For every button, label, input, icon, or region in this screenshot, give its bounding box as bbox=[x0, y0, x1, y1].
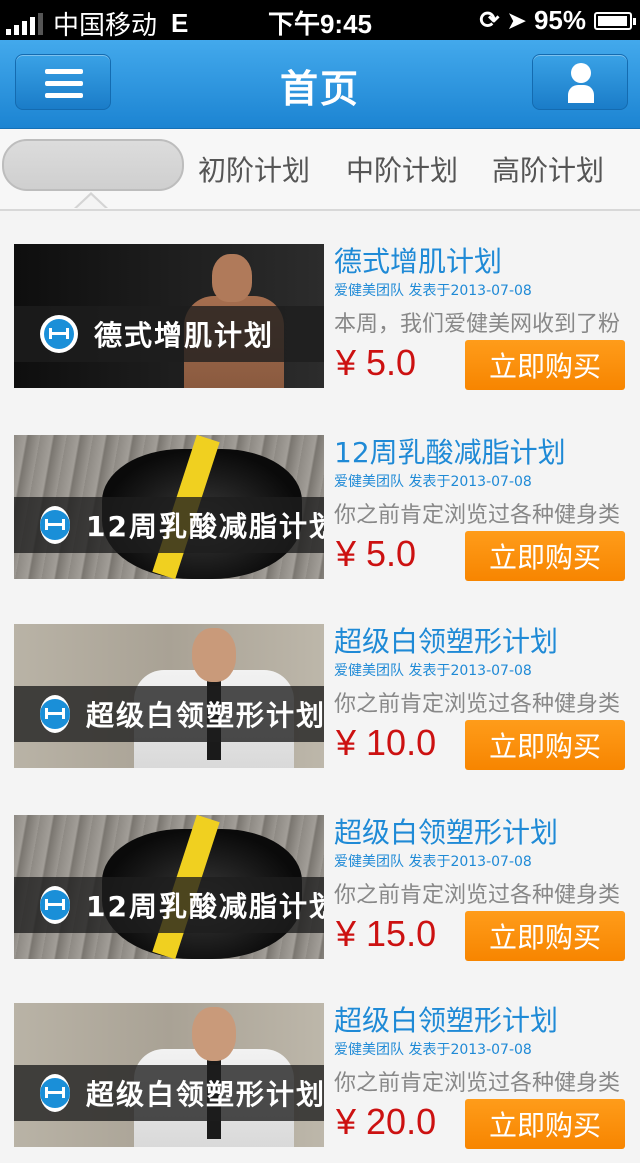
plan-meta: 爱健美团队 发表于2013-07-08 bbox=[334, 663, 532, 679]
dumbbell-logo-icon bbox=[40, 695, 70, 733]
plan-thumbnail[interactable]: 德式增肌计划 bbox=[14, 244, 324, 388]
plan-price: ¥ 15.0 bbox=[336, 913, 437, 954]
thumbnail-banner: 超级白领塑形计划 bbox=[14, 1065, 324, 1121]
plan-title[interactable]: 德式增肌计划 bbox=[334, 240, 502, 280]
dumbbell-logo-icon bbox=[40, 1074, 70, 1112]
buy-now-button[interactable]: 立即购买 bbox=[465, 911, 625, 961]
user-icon bbox=[568, 63, 594, 103]
buy-now-button[interactable]: 立即购买 bbox=[465, 720, 625, 770]
thumbnail-banner: 12周乳酸减脂计划 bbox=[14, 877, 324, 933]
plan-meta: 爱健美团队 发表于2013-07-08 bbox=[334, 854, 532, 870]
plan-description: 本周，我们爱健美网收到了粉 bbox=[334, 312, 621, 337]
thumbnail-banner: 德式增肌计划 bbox=[14, 306, 324, 362]
plan-title[interactable]: 超级白领塑形计划 bbox=[334, 999, 558, 1039]
plan-thumbnail[interactable]: 超级白领塑形计划 bbox=[14, 1003, 324, 1147]
status-bar: 中国移动 E 下午9:45 ⟳ ➤ 95% bbox=[0, 0, 640, 40]
plan-price: ¥ 10.0 bbox=[336, 722, 437, 763]
list-item[interactable]: 超级白领塑形计划 超级白领塑形计划 爱健美团队 发表于2013-07-08 你之… bbox=[0, 1003, 640, 1163]
location-arrow-icon: ➤ bbox=[507, 7, 526, 33]
plan-description: 你之前肯定浏览过各种健身类 bbox=[334, 1071, 621, 1096]
profile-button[interactable] bbox=[532, 54, 628, 110]
tab-beginner[interactable]: 初阶计划 bbox=[198, 149, 310, 189]
tab-all[interactable] bbox=[2, 139, 184, 191]
plan-description: 你之前肯定浏览过各种健身类 bbox=[334, 503, 621, 528]
dumbbell-logo-icon bbox=[40, 886, 70, 924]
plan-title[interactable]: 12周乳酸减脂计划 bbox=[334, 431, 566, 471]
plan-meta: 爱健美团队 发表于2013-07-08 bbox=[334, 474, 532, 490]
plan-thumbnail[interactable]: 12周乳酸减脂计划 bbox=[14, 815, 324, 959]
plan-meta: 爱健美团队 发表于2013-07-08 bbox=[334, 283, 532, 299]
buy-now-button[interactable]: 立即购买 bbox=[465, 1099, 625, 1149]
battery-percent: 95% bbox=[533, 5, 586, 35]
plan-thumbnail[interactable]: 超级白领塑形计划 bbox=[14, 624, 324, 768]
plan-description: 你之前肯定浏览过各种健身类 bbox=[334, 883, 621, 908]
list-item[interactable]: 12周乳酸减脂计划 超级白领塑形计划 爱健美团队 发表于2013-07-08 你… bbox=[0, 815, 640, 975]
thumbnail-banner: 超级白领塑形计划 bbox=[14, 686, 324, 742]
buy-now-button[interactable]: 立即购买 bbox=[465, 531, 625, 581]
plan-price: ¥ 20.0 bbox=[336, 1101, 437, 1142]
tab-intermediate[interactable]: 中阶计划 bbox=[346, 149, 458, 189]
rotation-lock-icon: ⟳ bbox=[479, 7, 500, 34]
tab-advanced[interactable]: 高阶计划 bbox=[492, 149, 604, 189]
plan-description: 你之前肯定浏览过各种健身类 bbox=[334, 692, 621, 717]
dumbbell-logo-icon bbox=[40, 315, 78, 353]
plan-thumbnail[interactable]: 12周乳酸减脂计划 bbox=[14, 435, 324, 579]
plan-meta: 爱健美团队 发表于2013-07-08 bbox=[334, 1042, 532, 1058]
list-item[interactable]: 德式增肌计划 德式增肌计划 爱健美团队 发表于2013-07-08 本周，我们爱… bbox=[0, 244, 640, 404]
plan-title[interactable]: 超级白领塑形计划 bbox=[334, 811, 558, 851]
buy-now-button[interactable]: 立即购买 bbox=[465, 340, 625, 390]
dumbbell-logo-icon bbox=[40, 506, 70, 544]
plan-title[interactable]: 超级白领塑形计划 bbox=[334, 620, 558, 660]
list-item[interactable]: 12周乳酸减脂计划 12周乳酸减脂计划 爱健美团队 发表于2013-07-08 … bbox=[0, 435, 640, 595]
plan-price: ¥ 5.0 bbox=[336, 342, 417, 383]
list-item[interactable]: 超级白领塑形计划 超级白领塑形计划 爱健美团队 发表于2013-07-08 你之… bbox=[0, 624, 640, 784]
nav-header: 首页 bbox=[0, 40, 640, 129]
thumbnail-banner: 12周乳酸减脂计划 bbox=[14, 497, 324, 553]
plan-price: ¥ 5.0 bbox=[336, 533, 417, 574]
battery-icon bbox=[594, 11, 636, 30]
